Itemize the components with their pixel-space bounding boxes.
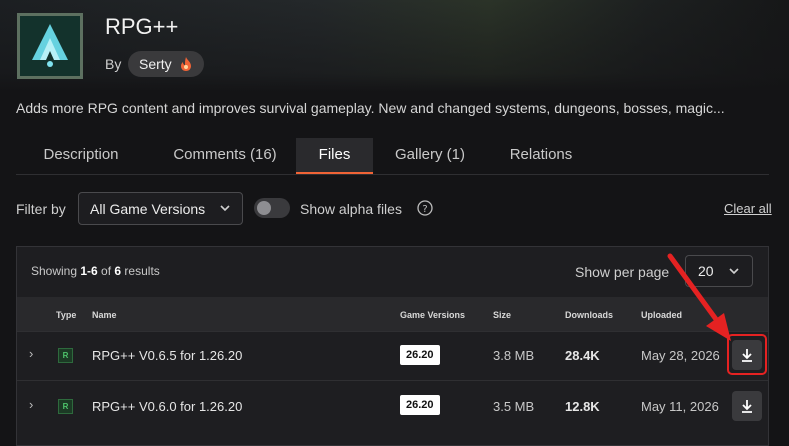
annotation-arrow — [667, 253, 731, 341]
